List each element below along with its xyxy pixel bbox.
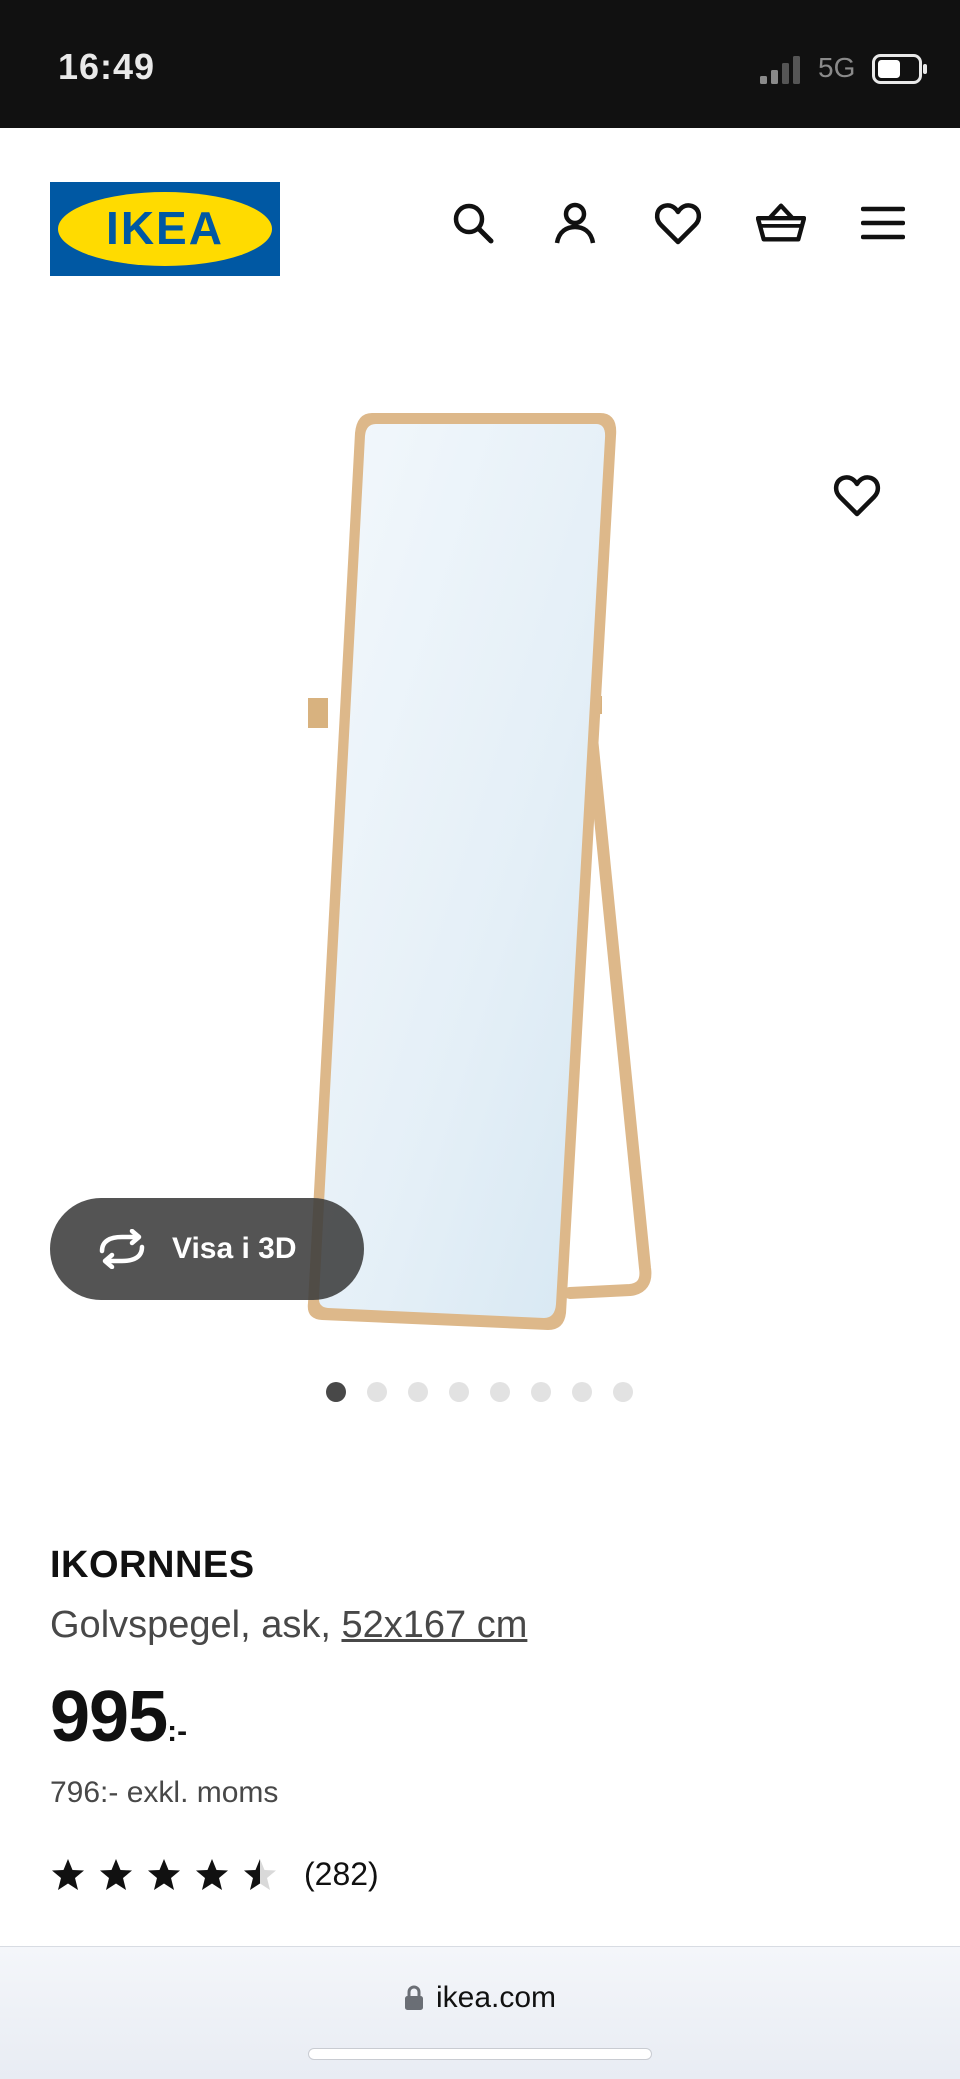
browser-toolbar: ikea.com (0, 1946, 960, 2079)
view-in-3d-label: Visa i 3D (172, 1232, 297, 1265)
status-bar: 16:49 5G (0, 0, 960, 128)
star-icon (244, 1858, 276, 1890)
rotate-3d-icon (99, 1229, 145, 1269)
rating-count: (282) (304, 1856, 379, 1892)
pagination-dot[interactable] (326, 1382, 346, 1402)
product-description: Golvspegel, ask, 52x167 cm (50, 1604, 527, 1647)
basket-icon[interactable] (756, 198, 806, 248)
ikea-logo[interactable]: IKEA (50, 182, 280, 276)
url-text: ikea.com (435, 1981, 557, 2014)
product-gallery[interactable]: Visa i 3D (0, 328, 960, 1438)
star-icon (196, 1858, 228, 1890)
product-name: IKORNNES (50, 1544, 255, 1586)
star-icon (100, 1858, 132, 1890)
product-size-link[interactable]: 52x167 cm (341, 1604, 527, 1646)
battery-icon (872, 54, 927, 84)
price-excl-vat: 796:- exkl. moms (50, 1776, 279, 1809)
star-icon (52, 1858, 84, 1890)
svg-text:IKEA: IKEA (106, 202, 224, 254)
menu-icon[interactable] (858, 198, 908, 248)
star-icon (148, 1858, 180, 1890)
gallery-pagination (326, 1382, 633, 1402)
network-label: 5G (818, 52, 856, 83)
heart-icon[interactable] (653, 198, 703, 248)
product-type: Golvspegel, ask, (50, 1604, 342, 1646)
price-value: 995 (50, 1677, 168, 1757)
search-icon[interactable] (448, 198, 498, 248)
address-bar[interactable]: ikea.com (0, 1981, 960, 2015)
pagination-dot[interactable] (531, 1382, 551, 1402)
site-header: IKEA (0, 128, 960, 328)
product-rating[interactable]: (282) (50, 1856, 379, 1893)
status-time: 16:49 (58, 46, 156, 87)
pagination-dot[interactable] (613, 1382, 633, 1402)
product-price: 995:- (50, 1676, 187, 1758)
account-icon[interactable] (550, 198, 600, 248)
favorite-heart-icon[interactable] (830, 468, 884, 522)
pagination-dot[interactable] (408, 1382, 428, 1402)
pagination-dot[interactable] (449, 1382, 469, 1402)
home-indicator[interactable] (308, 2048, 652, 2060)
pagination-dot[interactable] (367, 1382, 387, 1402)
pagination-dot[interactable] (490, 1382, 510, 1402)
lock-icon (404, 1985, 423, 2010)
price-suffix: :- (167, 1715, 188, 1748)
pagination-dot[interactable] (572, 1382, 592, 1402)
view-in-3d-button[interactable]: Visa i 3D (50, 1198, 364, 1300)
signal-icon (760, 56, 800, 84)
